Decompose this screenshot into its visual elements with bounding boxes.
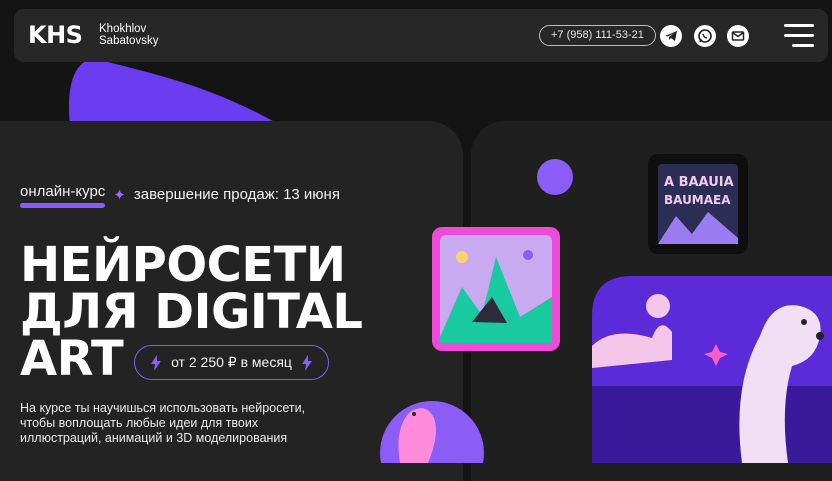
neural-art-card-3	[592, 276, 832, 463]
whatsapp-icon[interactable]	[694, 25, 716, 47]
purple-dot	[537, 159, 573, 195]
price-label: от 2 250 ₽ в месяц	[171, 354, 292, 370]
logo-line-2: Sabatovsky	[99, 35, 159, 47]
menu-icon[interactable]	[784, 24, 814, 48]
title-line-2: ДЛЯ DIGITAL	[20, 284, 363, 340]
site-header: KHS Khokhlov Sabatovsky +7 (958) 111-53-…	[14, 9, 828, 62]
sales-end-label: завершение продаж: 13 июня	[133, 186, 340, 203]
course-type-tag: онлайн-курс	[20, 183, 106, 208]
telegram-icon[interactable]	[660, 25, 682, 47]
title-line-1: НЕЙРОСЕТИ	[20, 237, 346, 293]
logo-text[interactable]: Khokhlov Sabatovsky	[99, 23, 158, 47]
lightning-icon	[301, 354, 312, 371]
logo-mark[interactable]: KHS	[28, 21, 83, 49]
sparkle-icon: ✦	[113, 186, 126, 204]
svg-text:BAUMAEA: BAUMAEA	[664, 193, 731, 207]
neural-art-card-1	[432, 227, 560, 351]
logo-line-1: Khokhlov	[99, 23, 147, 35]
course-meta: онлайн-курс ✦ завершение продаж: 13 июня	[20, 183, 340, 208]
price-badge[interactable]: от 2 250 ₽ в месяц	[134, 345, 329, 380]
lightning-icon	[151, 354, 162, 371]
mail-icon[interactable]	[727, 25, 749, 47]
neural-art-card-2: A BAAUIA BAUMAEA	[648, 154, 748, 254]
phone-button[interactable]: +7 (958) 111-53-21	[539, 25, 656, 46]
course-description: На курсе ты научишься использовать нейро…	[20, 401, 306, 445]
creature-art	[380, 401, 484, 463]
svg-text:A BAAUIA: A BAAUIA	[664, 175, 734, 190]
